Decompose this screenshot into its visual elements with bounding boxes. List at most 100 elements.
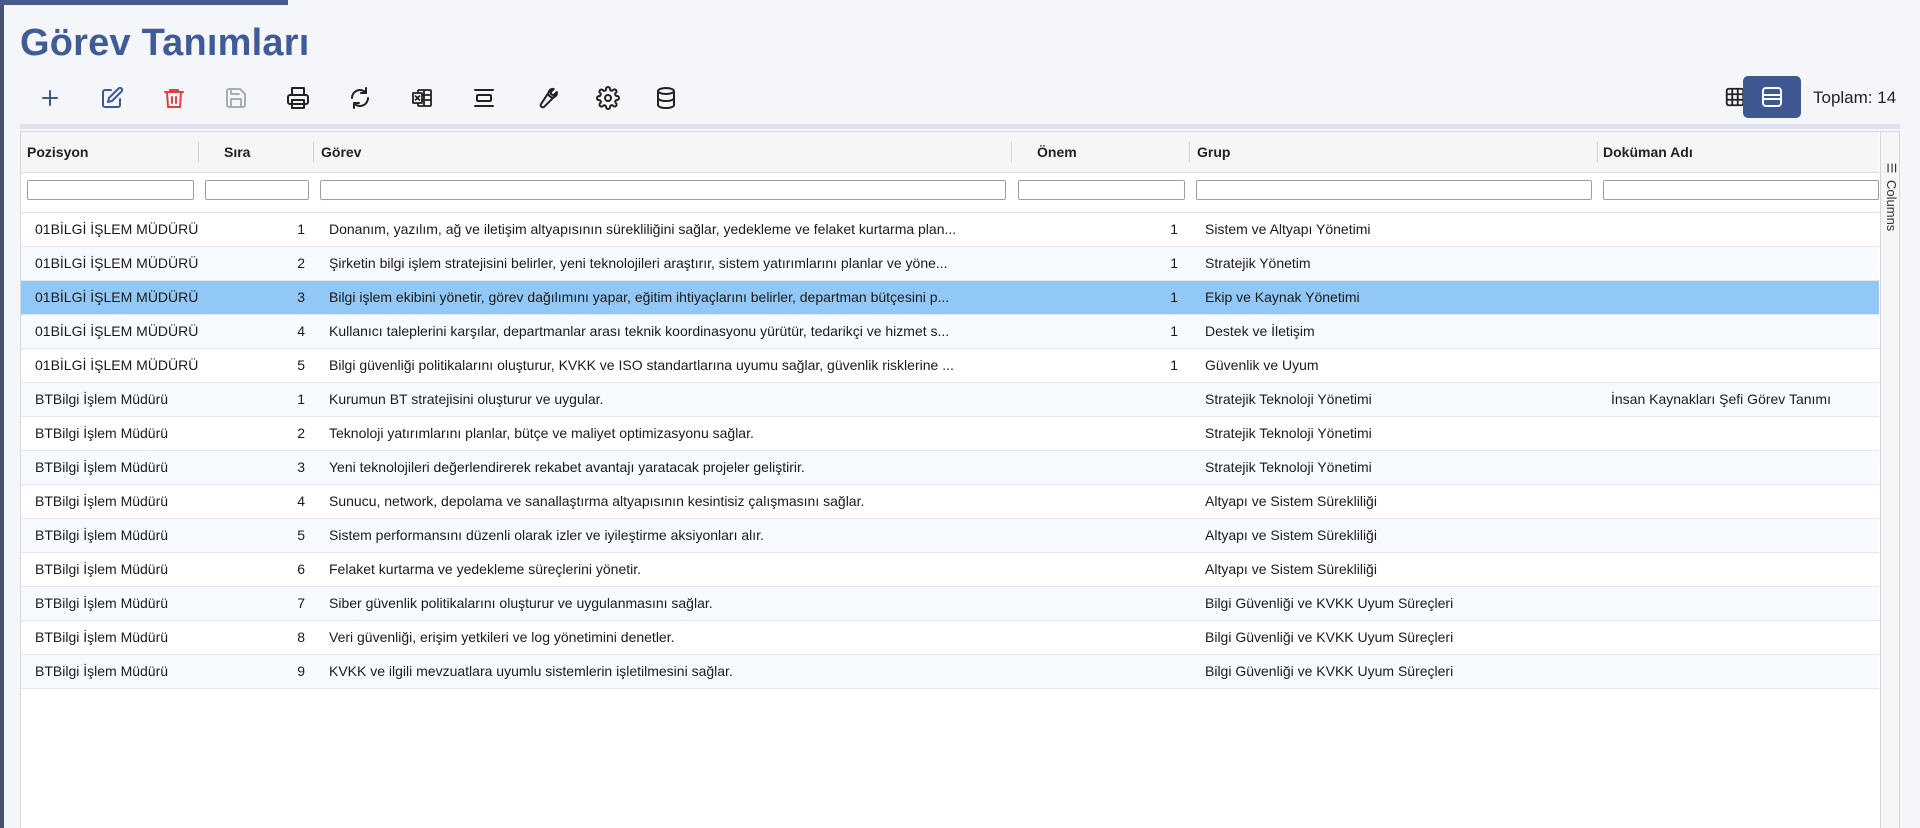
left-rail (0, 0, 4, 828)
column-header-pozisyon[interactable]: Pozisyon (27, 132, 88, 172)
cell-gorev: Bilgi güvenliği politikalarını oluşturur… (329, 357, 954, 373)
table-row[interactable]: 01BİLGİ İŞLEM MÜDÜRÜ 3 Bilgi işlem ekibini… (21, 281, 1879, 315)
filter-input-gorev[interactable] (320, 180, 1006, 200)
table-row[interactable]: BTBilgi İşlem Müdürü 3 Yeni teknolojileri … (21, 451, 1879, 485)
wrench-icon (539, 87, 558, 109)
database-icon (657, 87, 675, 110)
table-row[interactable]: BTBilgi İşlem Müdürü 2 Teknoloji yatırımla… (21, 417, 1879, 451)
cell-grup: Bilgi Güvenliği ve KVKK Uyum Süreçleri (1205, 663, 1454, 679)
database-button[interactable] (646, 78, 686, 118)
table-row[interactable]: 01BİLGİ İŞLEM MÜDÜRÜ 2 Şirketin bilgi işle… (21, 247, 1879, 281)
table-row[interactable]: 01BİLGİ İŞLEM MÜDÜRÜ 1 Donanım, yazılım, a… (21, 213, 1879, 247)
cell-pozisyon: 01BİLGİ İŞLEM MÜDÜRÜ (35, 289, 199, 305)
cell-dokuman (1611, 213, 1879, 246)
table-row[interactable]: BTBilgi İşlem Müdürü 4 Sunucu, network, de… (21, 485, 1879, 519)
cell-grup: Ekip ve Kaynak Yönetimi (1205, 289, 1360, 305)
page-title: Görev Tanımları (20, 22, 310, 64)
cell-dokuman (1611, 519, 1879, 552)
column-header-grup[interactable]: Grup (1197, 132, 1230, 172)
cell-gorev: Bilgi işlem ekibini yönetir, görev dağıl… (329, 289, 950, 305)
cell-gorev: Kurumun BT stratejisini oluşturur ve uyg… (329, 391, 604, 407)
excel-export-button[interactable] (402, 78, 442, 118)
row-height-button[interactable] (464, 78, 504, 118)
column-resize-handle[interactable] (1189, 142, 1190, 162)
columns-side-panel: ☰ Columns (1880, 132, 1899, 828)
settings-button[interactable] (588, 78, 628, 118)
cell-dokuman: İnsan Kaynakları Şefi Görev Tanımı (1611, 391, 1831, 407)
cell-dokuman (1611, 451, 1879, 484)
column-resize-handle[interactable] (1597, 142, 1598, 162)
cell-pozisyon: 01BİLGİ İŞLEM MÜDÜRÜ (35, 357, 199, 373)
filter-input-pozisyon[interactable] (27, 180, 194, 200)
cell-gorev: Kullanıcı taleplerini karşılar, departma… (329, 323, 950, 339)
cell-sira: 5 (297, 527, 305, 543)
cell-onem: 1 (1170, 221, 1178, 237)
cell-grup: Altyapı ve Sistem Sürekliliği (1205, 527, 1377, 543)
cell-gorev: Sistem performansını düzenli olarak izle… (329, 527, 764, 543)
trash-icon (164, 89, 184, 108)
save-button[interactable] (216, 78, 256, 118)
cell-pozisyon: BTBilgi İşlem Müdürü (35, 527, 169, 543)
cell-pozisyon: BTBilgi İşlem Müdürü (35, 595, 169, 611)
cell-gorev: Siber güvenlik politikalarını oluşturur … (329, 595, 713, 611)
cell-sira: 1 (297, 221, 305, 237)
cell-onem (1021, 383, 1178, 416)
cell-dokuman (1611, 417, 1879, 450)
cell-grup: Stratejik Teknoloji Yönetimi (1205, 391, 1372, 407)
table-row[interactable]: BTBilgi İşlem Müdürü 8 Veri güvenliği, eri… (21, 621, 1879, 655)
cell-sira: 3 (297, 289, 305, 305)
column-resize-handle[interactable] (198, 142, 199, 162)
cell-grup: Güvenlik ve Uyum (1205, 357, 1319, 373)
edit-button[interactable] (92, 78, 132, 118)
cell-grup: Sistem ve Altyapı Yönetimi (1205, 221, 1371, 237)
cell-gorev: Donanım, yazılım, ağ ve iletişim altyapı… (329, 221, 957, 237)
plus-icon (42, 90, 58, 106)
add-button[interactable] (30, 78, 70, 118)
table-row[interactable]: BTBilgi İşlem Müdürü 7 Siber güvenlik poli… (21, 587, 1879, 621)
cell-sira: 5 (297, 357, 305, 373)
grid-body: 01BİLGİ İŞLEM MÜDÜRÜ 1 Donanım, yazılım, a… (21, 213, 1879, 689)
cell-onem (1021, 655, 1178, 688)
table-row[interactable]: 01BİLGİ İŞLEM MÜDÜRÜ 5 Bilgi güvenliği pol… (21, 349, 1879, 383)
filter-input-grup[interactable] (1196, 180, 1592, 200)
save-icon (226, 88, 246, 108)
table-row[interactable]: BTBilgi İşlem Müdürü 6 Felaket kurtarma ve… (21, 553, 1879, 587)
cell-dokuman (1611, 315, 1879, 348)
cell-pozisyon: 01BİLGİ İŞLEM MÜDÜRÜ (35, 323, 199, 339)
column-header-sira[interactable]: Sıra (224, 132, 250, 172)
column-resize-handle[interactable] (313, 142, 314, 162)
list-view-toggle[interactable] (1743, 76, 1801, 118)
columns-tab-label: Columns (1884, 180, 1899, 232)
columns-tool-tab[interactable]: ☰ Columns (1881, 132, 1899, 252)
filter-input-onem[interactable] (1018, 180, 1185, 200)
cell-sira: 6 (297, 561, 305, 577)
printer-icon (287, 87, 309, 109)
column-header-gorev[interactable]: Görev (321, 132, 361, 172)
column-header-onem[interactable]: Önem (1037, 132, 1077, 172)
filter-input-sira[interactable] (205, 180, 309, 200)
total-count: Toplam: 14 (1813, 88, 1897, 107)
cell-onem (1021, 417, 1178, 450)
cell-dokuman (1611, 281, 1879, 314)
print-button[interactable] (278, 78, 318, 118)
top-progress-strip (0, 0, 288, 5)
cell-pozisyon: BTBilgi İşlem Müdürü (35, 493, 169, 509)
table-row[interactable]: 01BİLGİ İŞLEM MÜDÜRÜ 4 Kullanıcı talepleri… (21, 315, 1879, 349)
table-row[interactable]: BTBilgi İşlem Müdürü 5 Sistem performansın… (21, 519, 1879, 553)
tools-button[interactable] (526, 78, 566, 118)
cell-onem: 1 (1170, 255, 1178, 271)
grid-header: Pozisyon Sıra Görev Önem Grup Doküman Ad… (21, 132, 1879, 173)
column-header-dokuman-adi[interactable]: Doküman Adı (1603, 132, 1693, 172)
cell-dokuman (1611, 655, 1879, 688)
filter-input-dokuman-adi[interactable] (1603, 180, 1879, 200)
gear-icon (596, 86, 620, 110)
cell-grup: Stratejik Teknoloji Yönetimi (1205, 459, 1372, 475)
table-row[interactable]: BTBilgi İşlem Müdürü 9 KVKK ve ilgili mevz… (21, 655, 1879, 689)
table-row[interactable]: BTBilgi İşlem Müdürü 1 Kurumun BT strateji… (21, 383, 1879, 417)
column-resize-handle[interactable] (1011, 142, 1012, 162)
data-grid: Pozisyon Sıra Görev Önem Grup Doküman Ad… (20, 131, 1900, 828)
cell-dokuman (1611, 587, 1879, 620)
cell-sira: 3 (297, 459, 305, 475)
delete-button[interactable] (154, 78, 194, 118)
refresh-button[interactable] (340, 78, 380, 118)
